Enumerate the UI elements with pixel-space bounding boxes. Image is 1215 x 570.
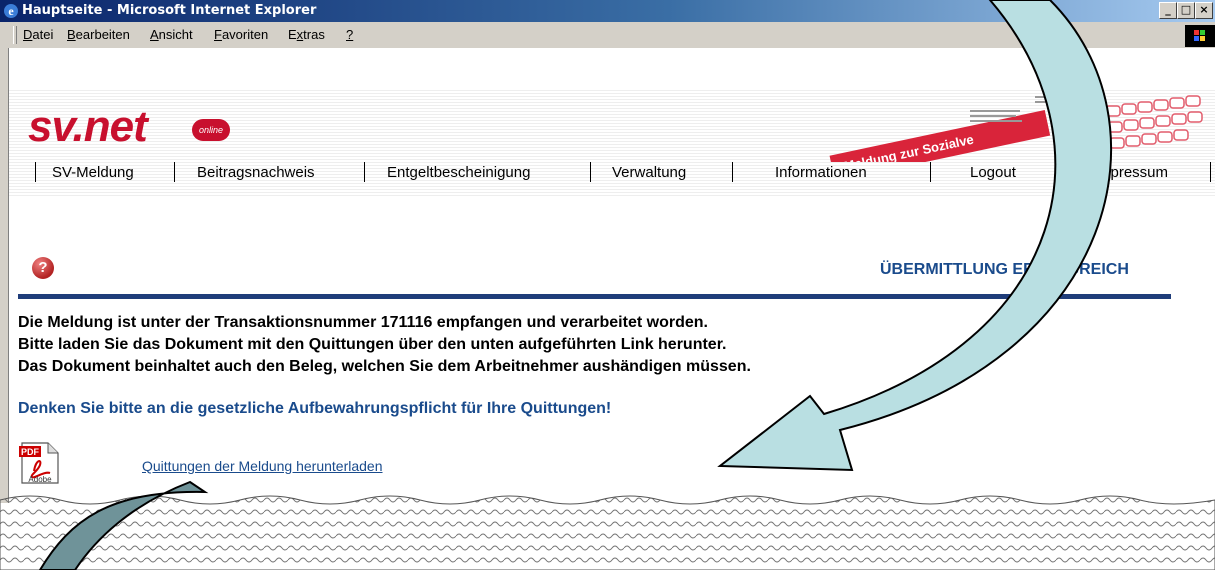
main-navigation: SV-Meldung Beitragsnachweis Entgeltbesch… bbox=[20, 160, 1215, 186]
torn-edge-pattern bbox=[0, 495, 1215, 570]
nav-entgeltbescheinigung[interactable]: Entgeltbescheinigung bbox=[387, 164, 530, 181]
menu-bar: Datei Bearbeiten Ansicht Favoriten Extra… bbox=[0, 22, 1215, 49]
nav-separator bbox=[930, 162, 931, 182]
message-line: Bitte laden Sie das Dokument mit den Qui… bbox=[18, 336, 727, 353]
download-receipts-link[interactable]: Quittungen der Meldung herunterladen bbox=[142, 458, 383, 474]
minimize-button[interactable]: _ bbox=[1159, 2, 1177, 19]
divider bbox=[18, 294, 1171, 299]
nav-separator bbox=[1210, 162, 1211, 182]
nav-separator bbox=[364, 162, 365, 182]
nav-separator bbox=[174, 162, 175, 182]
toolbar-grip[interactable] bbox=[13, 26, 17, 44]
menu-bearbeiten[interactable]: Bearbeiten bbox=[67, 27, 130, 42]
nav-separator bbox=[1069, 162, 1070, 182]
svnet-logo[interactable]: sv.net bbox=[28, 102, 148, 152]
menu-ansicht[interactable]: Ansicht bbox=[150, 27, 193, 42]
status-title: ÜBERMITTLUNG ERFOLGREICH bbox=[880, 261, 1129, 278]
nav-beitragsnachweis[interactable]: Beitragsnachweis bbox=[197, 164, 315, 181]
pdf-icon[interactable]: PDF Adobe bbox=[18, 441, 62, 485]
nav-separator bbox=[35, 162, 36, 182]
menu-extras[interactable]: Extras bbox=[288, 27, 325, 42]
nav-separator bbox=[732, 162, 733, 182]
retention-notice: Denken Sie bitte an die gesetzliche Aufb… bbox=[18, 400, 612, 417]
message-line: Das Dokument beinhaltet auch den Beleg, … bbox=[18, 358, 751, 375]
window-title: Hauptseite - Microsoft Internet Explorer bbox=[22, 3, 317, 18]
menu-favoriten[interactable]: Favoriten bbox=[214, 27, 268, 42]
svg-text:PDF: PDF bbox=[21, 447, 40, 457]
nav-informationen[interactable]: Informationen bbox=[775, 164, 867, 181]
nav-separator bbox=[590, 162, 591, 182]
help-icon[interactable]: ? bbox=[32, 257, 54, 279]
windows-logo-icon bbox=[1185, 25, 1215, 47]
svg-text:e: e bbox=[8, 4, 14, 18]
window-title-bar[interactable]: e Hauptseite - Microsoft Internet Explor… bbox=[0, 0, 1215, 22]
nav-logout[interactable]: Logout bbox=[970, 164, 1016, 181]
window-left-frame bbox=[0, 48, 9, 503]
menu-datei[interactable]: Datei bbox=[23, 27, 53, 42]
message-line: Die Meldung ist unter der Transaktionsnu… bbox=[18, 314, 708, 331]
logo-online-badge: online bbox=[192, 119, 230, 141]
maximize-button[interactable]: □ bbox=[1177, 2, 1195, 19]
menu-help[interactable]: ? bbox=[346, 27, 353, 42]
banner-text: Meldung zur Sozialve bbox=[843, 132, 975, 162]
banner-form-image: Meldung zur Sozialve bbox=[829, 95, 1203, 162]
nav-verwaltung[interactable]: Verwaltung bbox=[612, 164, 686, 181]
nav-sv-meldung[interactable]: SV-Meldung bbox=[52, 164, 134, 181]
close-button[interactable]: × bbox=[1195, 2, 1213, 19]
nav-impressum[interactable]: mpressum bbox=[1098, 164, 1168, 181]
internet-explorer-icon: e bbox=[4, 4, 18, 18]
